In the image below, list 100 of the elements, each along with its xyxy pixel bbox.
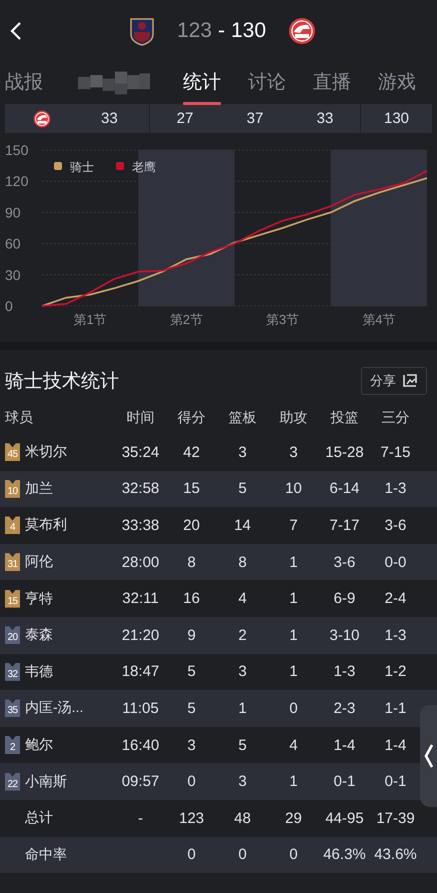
table-cell: 5 — [187, 700, 196, 717]
table-cell: 4 — [238, 590, 247, 608]
table-cell: 20 — [183, 516, 200, 534]
table-cell: 6-9 — [334, 590, 356, 608]
table-cell: 1 — [289, 554, 298, 571]
chevron-icon — [424, 743, 434, 769]
tab[interactable]: 直播 — [307, 61, 362, 105]
table-cell: 0 — [187, 846, 196, 864]
column-header: 三分 — [380, 409, 410, 427]
table-cell: 1-4 — [334, 736, 356, 754]
table-cell: 0-0 — [384, 554, 406, 571]
table-cell: 33:38 — [122, 516, 160, 534]
player-name[interactable]: 莫布利 — [25, 516, 67, 534]
table-cell: 48 — [234, 810, 251, 827]
table-cell: 1 — [238, 700, 247, 717]
table-cell: 15-28 — [325, 444, 364, 461]
table-cell: 0 — [289, 846, 298, 864]
table-cell: 1-1 — [384, 700, 406, 717]
y-tick-label: 150 — [5, 142, 28, 158]
x-tick-label: 第2节 — [170, 312, 203, 327]
away-score: 130 — [231, 19, 266, 43]
quarter-score: 33 — [101, 110, 118, 127]
table-cell: 5 — [187, 663, 196, 680]
y-tick-label: 60 — [5, 236, 21, 252]
table-cell: 11:05 — [122, 700, 159, 717]
table-cell: 5 — [238, 480, 247, 498]
table-cell: 1 — [289, 773, 298, 790]
tab[interactable]: 游戏 — [372, 61, 427, 105]
player-name[interactable]: 韦德 — [25, 662, 53, 681]
table-cell: 10 — [285, 480, 302, 498]
column-header: 时间 — [126, 409, 156, 427]
share-button[interactable]: 分享 — [361, 367, 427, 395]
table-cell: 9 — [187, 626, 196, 644]
player-name[interactable]: 亨特 — [25, 590, 53, 608]
jersey-number: 20 — [5, 626, 20, 644]
table-cell: 17-39 — [376, 810, 415, 827]
table-cell: 15 — [183, 480, 200, 498]
table-cell: 2-3 — [334, 700, 356, 717]
table-cell: 3-10 — [329, 626, 360, 644]
jersey-number: 22 — [5, 772, 20, 791]
table-cell: 1 — [289, 663, 298, 680]
table-cell: 16 — [183, 590, 200, 608]
total-score: 130 — [384, 110, 410, 127]
player-name[interactable]: 阿伦 — [25, 553, 53, 572]
table-cell: 7 — [289, 516, 298, 534]
player-name[interactable]: 小南斯 — [25, 772, 67, 791]
table-cell: 28:00 — [122, 554, 160, 571]
table-cell: 14 — [234, 516, 251, 534]
table-cell: 7-15 — [380, 444, 411, 461]
table-cell: 0-1 — [384, 773, 406, 790]
back-icon[interactable] — [10, 21, 22, 41]
y-tick-label: 30 — [5, 266, 21, 283]
player-name[interactable]: 加兰 — [25, 480, 53, 498]
table-cell: 32:58 — [122, 480, 160, 498]
column-header: 投篮 — [330, 409, 360, 427]
jersey-number: 15 — [5, 590, 20, 608]
table-cell: 42 — [183, 444, 200, 461]
table-cell: 1-3 — [384, 626, 406, 644]
table-cell: 09:57 — [122, 773, 160, 790]
y-tick-label: 90 — [5, 204, 21, 220]
table-cell: 0-1 — [334, 773, 356, 790]
player-name[interactable]: 鲍尔 — [25, 736, 53, 754]
table-cell: 3-6 — [384, 516, 406, 534]
jersey-number: 31 — [5, 553, 20, 572]
table-cell: 43.6% — [374, 846, 417, 864]
table-cell: 1 — [289, 590, 298, 608]
table-cell: 3 — [238, 444, 247, 461]
table-cell: 3 — [238, 773, 247, 790]
collapse-handle[interactable] — [420, 705, 437, 807]
table-cell: 2 — [238, 626, 247, 644]
player-name[interactable]: 泰森 — [25, 626, 53, 644]
jersey-number: 2 — [5, 736, 20, 754]
player-name[interactable]: 米切尔 — [25, 443, 67, 462]
quarter-score: 27 — [176, 110, 194, 127]
jersey-number: 4 — [5, 516, 20, 534]
pixelated-mosaic[interactable] — [78, 70, 150, 96]
quarter-score: 37 — [246, 110, 264, 127]
table-cell: 3 — [238, 663, 247, 680]
tab[interactable]: 讨论 — [242, 61, 297, 105]
quarter-score: 33 — [316, 110, 334, 127]
table-cell: 35:24 — [122, 444, 160, 461]
table-cell: 4 — [289, 736, 298, 754]
table-cell: 1-3 — [384, 480, 406, 498]
jersey-number: 10 — [5, 480, 20, 498]
table-cell: 2-4 — [384, 590, 406, 608]
tab[interactable]: 统计 — [177, 61, 232, 105]
image-icon — [402, 374, 418, 388]
column-header: 球员 — [4, 409, 34, 427]
player-name[interactable]: 内匡-汤... — [25, 699, 84, 718]
table-cell: 1-3 — [334, 663, 356, 680]
round-logo-icon — [288, 17, 316, 45]
table-cell: 32:11 — [122, 590, 159, 608]
row-label: 命中率 — [25, 846, 67, 864]
table-cell: 5 — [238, 736, 247, 754]
row-label: 总计 — [25, 809, 53, 828]
tab[interactable]: 战报 — [0, 61, 54, 105]
table-cell: - — [138, 810, 143, 827]
legend-swatch — [116, 162, 124, 170]
table-cell: 0 — [289, 700, 298, 717]
jersey-number: 35 — [5, 699, 20, 718]
